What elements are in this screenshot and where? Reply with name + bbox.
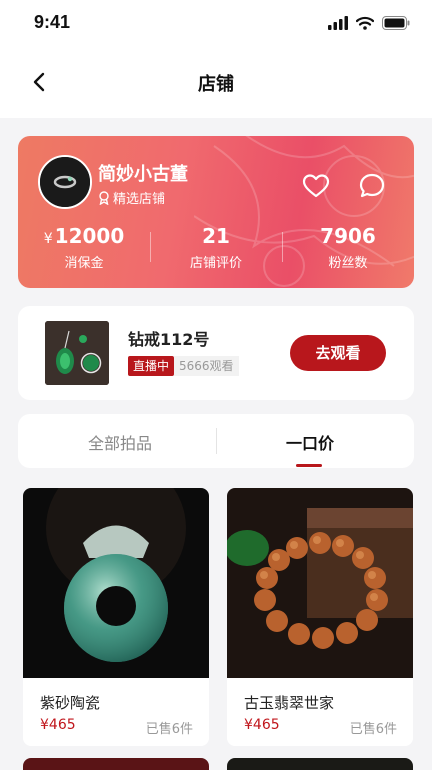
heart-icon [302,174,330,198]
stat-label: 粉丝数 [328,256,368,271]
live-thumbnail [45,321,109,385]
product-title: 紫砂陶瓷 [40,694,101,712]
jewelry-image [45,321,109,385]
status-time: 9:41 [34,12,71,32]
watch-button[interactable]: 去观看 [290,335,386,371]
product-price: ¥465 [244,717,280,733]
stat-currency: ¥ [43,231,53,247]
shop-info-card: 简妙小古董 精选店铺 ¥12000 消保金 21 店铺评价 7906 粉丝数 [18,136,414,288]
ring-image [40,157,90,207]
stat-number: 21 [202,224,230,248]
status-icons [328,16,410,30]
product-tabs: 全部拍品 一口价 [18,414,414,468]
stat-label: 店铺评价 [189,256,242,271]
stat-fans[interactable]: 7906 粉丝数 [282,224,414,271]
product-title: 古玉翡翠世家 [244,694,335,712]
tab-fixed-price[interactable]: 一口价 [286,430,334,454]
battery-icon [382,16,410,30]
product-card-peek [227,758,413,770]
product-card[interactable]: 紫砂陶瓷 ¥465 已售6件 [23,488,209,746]
shop-stats: ¥12000 消保金 21 店铺评价 7906 粉丝数 [18,224,414,271]
product-card[interactable]: 古玉翡翠世家 ¥465 已售6件 [227,488,413,746]
live-title: 钻戒112号 [128,330,210,349]
jade-pendant-image [23,488,209,678]
live-stream-card[interactable]: 钻戒112号 直播中 5666观看 去观看 [18,306,414,400]
stat-number: 7906 [320,224,376,248]
product-price: ¥465 [40,717,76,733]
stat-value: 21 [150,224,282,248]
chat-bubble-icon [359,173,385,198]
product-sold-count: 已售6件 [145,722,193,737]
stat-value: ¥12000 [18,224,150,248]
stat-value: 7906 [282,224,414,248]
live-view-count: 5666观看 [174,356,239,376]
product-sold-count: 已售6件 [349,722,397,737]
signal-icon [328,16,348,30]
stat-reviews[interactable]: 21 店铺评价 [150,224,282,271]
stat-label: 消保金 [64,256,104,271]
badge-icon [99,190,109,205]
tab-divider [216,428,217,454]
tab-all-auctions[interactable]: 全部拍品 [88,430,152,454]
product-image [23,488,209,678]
stat-number: 12000 [54,224,125,248]
chat-button[interactable] [358,172,386,200]
shop-tag-label: 精选店铺 [113,192,166,207]
tab-active-indicator [296,464,322,467]
shop-tag: 精选店铺 [98,188,165,207]
shop-name: 简妙小古董 [98,164,188,185]
live-status-badge: 直播中 [128,356,175,376]
nav-bar: 店铺 [0,48,432,118]
wifi-icon [356,16,374,30]
bead-bracelet-image [227,488,413,678]
follow-button[interactable] [302,172,330,200]
product-image [227,488,413,678]
shop-avatar[interactable] [38,155,92,209]
status-bar: 9:41 [0,0,432,48]
stat-deposit: ¥12000 消保金 [18,224,150,271]
product-card-peek [23,758,209,770]
page-title: 店铺 [198,74,234,95]
